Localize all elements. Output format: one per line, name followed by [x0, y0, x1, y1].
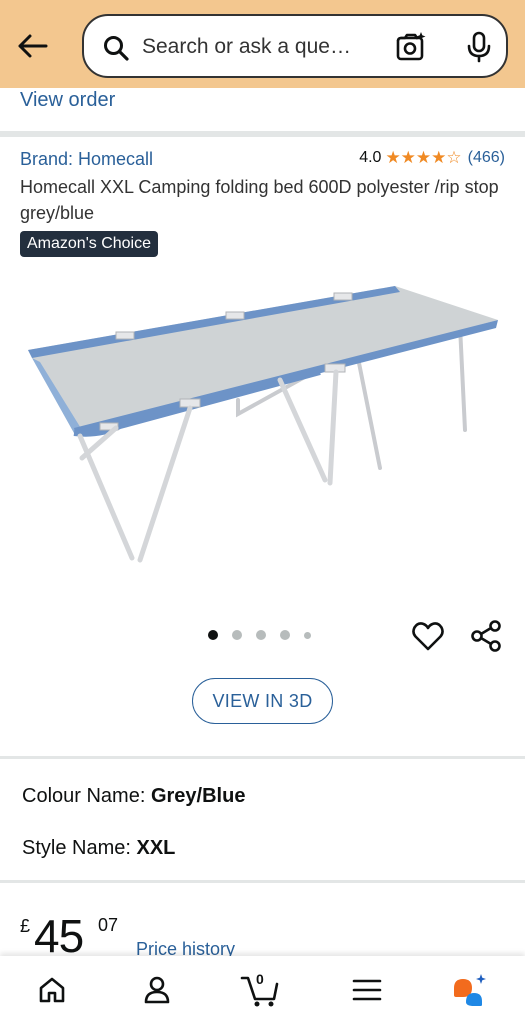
voice-search-button[interactable] [464, 30, 494, 69]
product-image[interactable] [20, 268, 510, 578]
price-fraction: 07 [98, 915, 119, 935]
nav-rufus-assistant[interactable] [450, 970, 490, 1010]
carousel-dot[interactable] [256, 630, 266, 640]
camera-search-icon [396, 32, 426, 61]
search-bar[interactable] [82, 14, 508, 78]
rufus-assistant-icon [454, 974, 486, 1006]
bottom-navigation: 0 [0, 956, 525, 1024]
colour-value: Grey/Blue [150, 785, 246, 807]
back-arrow-icon [18, 34, 48, 58]
carousel-dot[interactable] [208, 630, 218, 640]
nav-home[interactable] [32, 970, 72, 1010]
amazons-choice-badge: Amazon's Choice [20, 231, 158, 257]
add-to-wishlist-button[interactable] [410, 618, 446, 659]
carousel-dot[interactable] [304, 631, 311, 639]
nav-cart[interactable]: 0 [240, 970, 280, 1010]
menu-icon [352, 979, 382, 1001]
section-divider [0, 756, 525, 759]
top-header [0, 0, 525, 88]
carousel-dot[interactable] [280, 630, 290, 640]
product-title: Homecall XXL Camping folding bed 600D po… [20, 177, 499, 223]
colour-variation[interactable]: Colour Name: Grey/Blue [22, 785, 245, 808]
carousel-dots[interactable] [208, 630, 325, 640]
view-order-link[interactable]: View order [20, 89, 115, 112]
colour-label: Colour Name: [22, 785, 146, 807]
rating-count: (466) [467, 149, 505, 166]
view-in-3d-button[interactable]: VIEW IN 3D [192, 678, 333, 724]
back-button[interactable] [12, 26, 52, 66]
rating-value: 4.0 [359, 149, 382, 166]
style-value: XXL [136, 837, 176, 859]
brand-link[interactable]: Brand: Homecall [20, 149, 153, 170]
section-divider [0, 131, 525, 137]
carousel-dot[interactable] [232, 630, 242, 640]
microphone-icon [467, 31, 491, 63]
heart-icon [412, 622, 444, 651]
search-icon [104, 36, 129, 61]
share-icon [471, 620, 501, 652]
cart-count-badge: 0 [256, 971, 264, 987]
camera-search-button[interactable] [394, 30, 428, 69]
price-currency: £ [20, 916, 31, 936]
price-whole: 45 [34, 910, 84, 962]
star-rating-icon: ★★★★☆ [385, 148, 462, 167]
style-label: Style Name: [22, 837, 131, 859]
search-input[interactable] [142, 32, 382, 62]
nav-account[interactable] [137, 970, 177, 1010]
nav-menu[interactable] [347, 970, 387, 1010]
section-divider [0, 880, 525, 883]
account-icon [144, 976, 170, 1004]
rating-summary[interactable]: 4.0 ★★★★☆ (466) [359, 148, 505, 168]
share-button[interactable] [468, 618, 504, 659]
home-icon [39, 977, 65, 1003]
style-variation[interactable]: Style Name: XXL [22, 837, 175, 860]
camping-bed-image [28, 286, 498, 563]
